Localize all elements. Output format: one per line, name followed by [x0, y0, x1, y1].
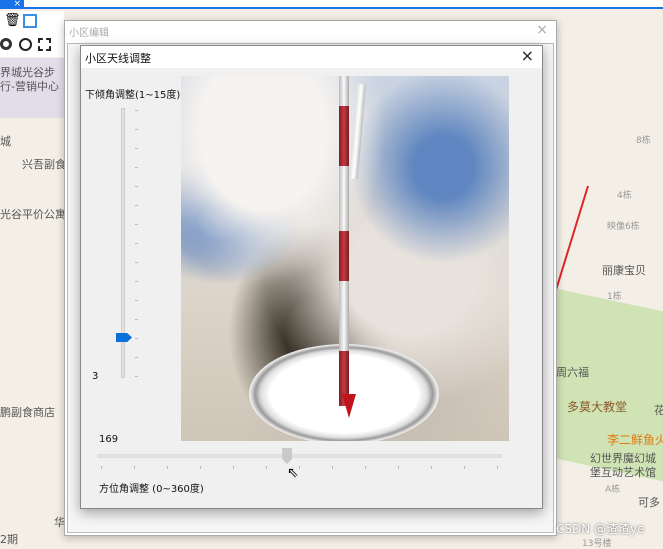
map-label: 13号楼 — [582, 539, 612, 549]
map-label: 堡互动艺术馆 — [590, 466, 656, 479]
tick-mark — [398, 466, 399, 469]
close-icon[interactable]: × — [536, 22, 548, 38]
map-label: 行-营销中心 — [0, 80, 59, 93]
tick-mark — [135, 186, 138, 187]
tick-mark — [135, 205, 138, 206]
tick-mark — [332, 466, 333, 469]
map-label: 李二鲜鱼火 — [607, 433, 663, 447]
tick-mark — [135, 319, 138, 320]
tick-mark — [134, 466, 135, 469]
map-label: 可多 — [638, 496, 660, 509]
azimuth-value: 169 — [99, 434, 119, 445]
azimuth-slider-track[interactable] — [97, 454, 502, 458]
tick-mark — [135, 338, 138, 339]
map-label: 兴吾副食 — [22, 158, 66, 171]
map-label: 鹏副食商店 — [0, 406, 55, 419]
tick-mark — [200, 466, 201, 469]
tick-mark — [135, 148, 138, 149]
map-label: 光谷平价公寓 — [0, 208, 66, 221]
tab-close-button[interactable]: × — [0, 0, 24, 9]
tilt-value: 3 — [92, 371, 99, 382]
tick-mark — [266, 466, 267, 469]
tick-mark — [497, 466, 498, 469]
tick-mark — [299, 466, 300, 469]
tick-mark — [135, 357, 138, 358]
map-label: 4栋 — [617, 191, 632, 201]
azimuth-slider-thumb[interactable] — [282, 448, 293, 464]
tick-mark — [135, 110, 138, 111]
close-icon[interactable]: × — [521, 46, 534, 65]
tick-mark — [233, 466, 234, 469]
tick-mark — [135, 167, 138, 168]
antenna-adjust-dialog: 小区天线调整 × 下倾角调整(1~15度) 3 169 方位角调整 (0~360… — [80, 45, 543, 509]
tick-mark — [135, 300, 138, 301]
tick-mark — [135, 224, 138, 225]
map-label: 城 — [0, 135, 11, 148]
target-icon[interactable] — [0, 38, 12, 50]
tick-mark — [135, 262, 138, 263]
map-label: 周六福 — [556, 366, 589, 379]
trash-icon[interactable]: 🗑 — [4, 13, 21, 28]
azimuth-label: 方位角调整 (0~360度) — [99, 484, 204, 495]
antenna-3d-view — [181, 76, 509, 441]
mouse-cursor-icon: ⇖ — [287, 465, 299, 481]
antenna-pole — [339, 76, 349, 406]
map-toolbar — [0, 33, 64, 57]
compass-needle — [342, 394, 356, 418]
watermark: CSDN @渣渣ye — [556, 522, 645, 536]
compass-icon[interactable] — [19, 38, 32, 51]
tick-mark — [135, 129, 138, 130]
map-route-line — [555, 185, 589, 291]
map-label: 2期 — [0, 533, 18, 546]
tick-mark — [101, 466, 102, 469]
window-title: 小区编辑 — [69, 28, 109, 39]
map-label: 1栋 — [607, 292, 622, 302]
map-label: 多莫大教堂 — [567, 400, 628, 414]
tick-mark — [135, 243, 138, 244]
tick-mark — [365, 466, 366, 469]
toolbar: 🗑 — [0, 11, 64, 33]
dialog-title: 小区天线调整 — [85, 52, 151, 65]
tick-mark — [135, 281, 138, 282]
tick-mark — [464, 466, 465, 469]
layout-panel-icon[interactable] — [23, 14, 37, 28]
tilt-slider-thumb[interactable] — [116, 333, 132, 342]
top-bar — [0, 0, 663, 9]
fullscreen-icon[interactable] — [38, 38, 51, 51]
antenna-panel — [348, 83, 367, 180]
map-label: 8栋 — [636, 136, 651, 146]
tick-mark — [135, 376, 138, 377]
tick-mark — [431, 466, 432, 469]
map-label: 映像6栋 — [607, 222, 640, 232]
map-label: 花 — [654, 404, 663, 417]
map-label: A栋 — [605, 485, 621, 495]
tilt-label: 下倾角调整(1~15度) — [85, 90, 181, 101]
map-label: 丽康宝贝 — [602, 264, 646, 277]
tick-mark — [167, 466, 168, 469]
dialog-titlebar: 小区天线调整 × — [81, 46, 542, 68]
